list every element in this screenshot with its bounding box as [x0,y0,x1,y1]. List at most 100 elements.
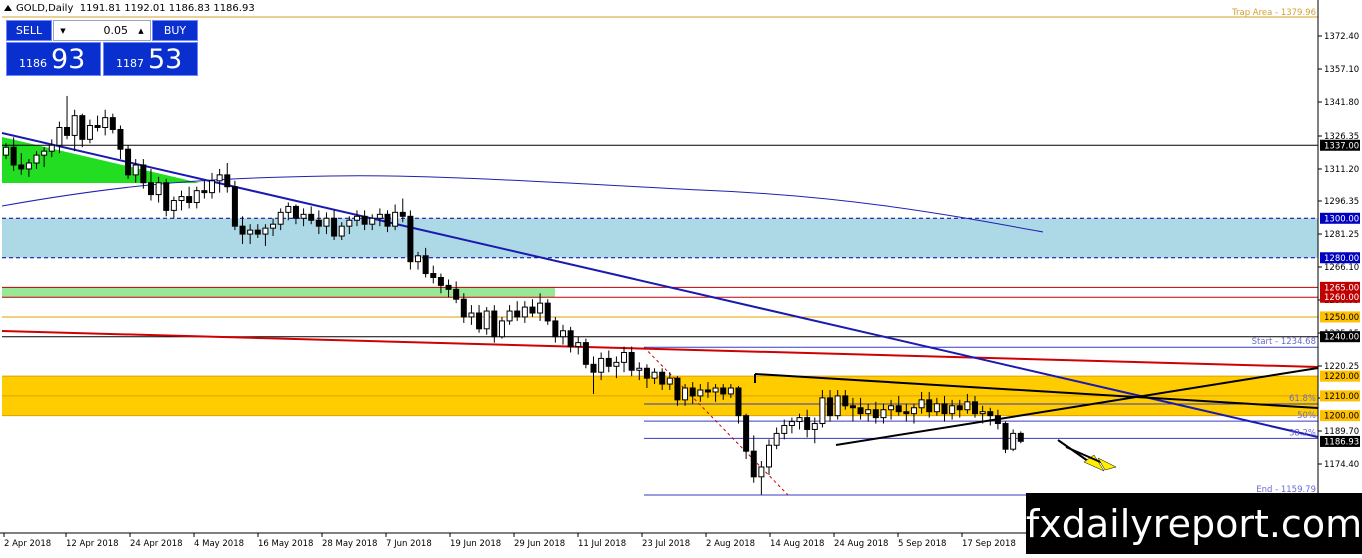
candle-body [621,351,628,363]
candle-body [903,411,910,415]
candle-body [48,144,55,152]
date-axis-label: 16 May 2018 [258,539,313,549]
candle-body [437,276,444,286]
candle-body [720,387,727,395]
candle-body [170,200,177,211]
date-axis-label: 19 Jun 2018 [450,539,501,549]
price-level-label: 1200.00 [1324,412,1359,422]
candle-body [10,146,17,166]
candle-body [399,211,406,217]
candle-body [796,417,803,423]
candle-body [33,154,40,164]
lot-size-value[interactable]: 0.05 [72,24,132,37]
symbol-label: GOLD,Daily [16,3,74,14]
candle-body [544,302,551,322]
chevron-down-icon[interactable]: ▼ [54,21,72,40]
candle-body [476,312,483,330]
candle-body [781,425,788,434]
candle-body [750,450,757,478]
candle-body [254,229,261,235]
candle-body [468,312,475,318]
date-axis-label: 5 Sep 2018 [898,539,946,549]
candle-body [193,190,200,203]
date-axis-label: 29 Jun 2018 [514,539,565,549]
candle-body [964,401,971,411]
price-level-label: 1210.00 [1324,392,1359,402]
candle [231,180,238,231]
price-axis-label: 1174.40 [1324,460,1359,470]
price-axis-label: 1341.80 [1324,98,1359,108]
candle-body [659,371,666,385]
price-axis-label: 1220.25 [1324,362,1359,372]
fib-50-label: 50% [1297,411,1316,421]
date-axis-label: 14 Aug 2018 [770,539,824,549]
candle-body [231,186,238,227]
candle-body [102,117,109,128]
fib-618-label: 61.8% [1289,394,1316,404]
candle-body [872,409,879,419]
candle-body [567,330,574,348]
candle-body [628,351,635,371]
price-level-label: 1300.00 [1324,214,1359,224]
fib-start-label: Start - 1234.68 [1252,337,1316,347]
candle-body [132,164,139,176]
candle-body [529,306,536,314]
ask-price-box[interactable]: 1187 53 [103,42,198,76]
candle-body [735,387,742,417]
candle-body [979,411,986,415]
candle-body [186,196,193,203]
candle-body [811,423,818,430]
candle-body [727,387,734,395]
candle-body [842,395,849,407]
candle-body [994,415,1001,425]
candle-body [155,182,162,196]
candle-body [422,255,429,275]
date-axis-label: 2 Apr 2018 [4,539,51,549]
price-chart[interactable]: Trap Area - 1379.96 Start - 1234.68 End - … [0,0,1362,554]
candle-body [918,399,925,409]
candle-body [880,409,887,419]
date-axis-label: 24 Apr 2018 [130,539,183,549]
candle-body [514,310,521,318]
candle-body [453,288,460,300]
candle-body [224,174,231,188]
chevron-up-icon[interactable]: ▲ [132,21,150,40]
candle-body [575,342,582,348]
candle-body [582,342,589,365]
date-axis-label: 17 Sep 2018 [962,539,1016,549]
candle-body [857,407,864,415]
candle-body [201,190,208,194]
candle-body [758,466,765,478]
candle-body [392,211,399,227]
price-level-label: 1240.00 [1324,333,1359,343]
price-axis-label: 1296.35 [1324,197,1359,207]
one-click-trading-panel: SELL ▼ 0.05 ▲ BUY 1186 93 1187 53 [6,20,198,76]
date-axis-label: 28 May 2018 [322,539,377,549]
candle-body [353,215,360,221]
price-level-label: 1280.00 [1324,254,1359,264]
candle-body [766,444,772,468]
chart-title: GOLD,Daily 1191.81 1192.01 1186.83 1186.… [4,3,255,14]
candle-body [445,284,452,290]
buy-button[interactable]: BUY [152,20,198,41]
candle-body [163,182,170,211]
date-axis-label: 11 Jul 2018 [578,539,626,549]
candle-body [643,367,650,379]
bid-price-box[interactable]: 1186 93 [6,42,101,76]
candle-body [972,401,979,415]
date-axis-label: 7 Jun 2018 [386,539,432,549]
price-axis-label: 1311.20 [1324,165,1359,175]
ohlc-values: 1191.81 1192.01 1186.83 1186.93 [79,3,255,14]
sell-button[interactable]: SELL [6,20,52,41]
candle-body [308,213,315,221]
watermark-logo: fxdailyreport.com [1026,493,1362,554]
candle-body [209,180,216,194]
candle-body [689,387,696,397]
candle-body [552,320,559,338]
candle-body [239,225,246,235]
lot-size-input[interactable]: ▼ 0.05 ▲ [53,20,151,41]
candle-body [605,357,612,367]
candle-body [361,215,368,225]
collapse-triangle-icon[interactable] [4,5,12,11]
candle-body [71,115,78,136]
